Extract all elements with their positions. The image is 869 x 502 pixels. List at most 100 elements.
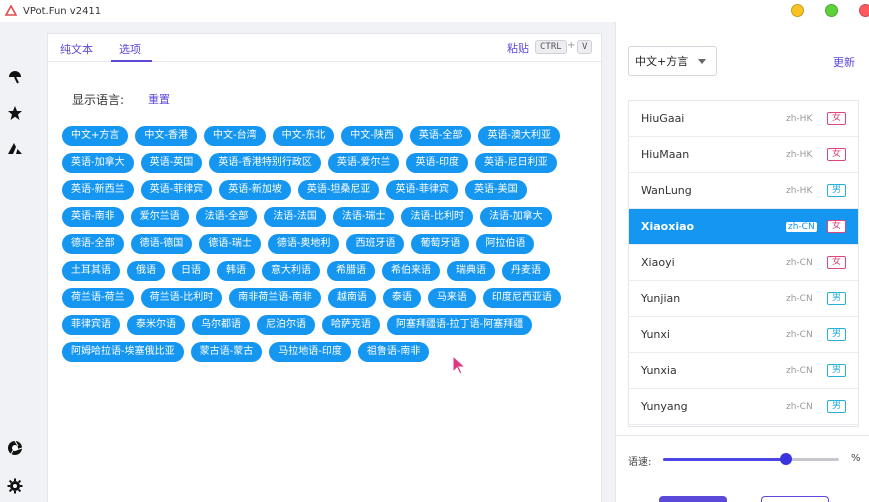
language-chip[interactable]: 法语-瑞士 [332, 207, 395, 227]
language-chip[interactable]: 土耳其语 [62, 261, 120, 281]
language-chip[interactable]: 瑞典语 [447, 261, 495, 281]
language-chip[interactable]: 阿拉伯语 [476, 234, 535, 254]
minimize-button[interactable] [791, 4, 804, 17]
gender-badge: 男 [827, 184, 846, 197]
language-chip[interactable]: 尼泊尔语 [257, 315, 315, 335]
tab-options[interactable]: 选项 [119, 41, 141, 57]
language-chip[interactable]: 法语-比利时 [401, 207, 474, 227]
mouse-cursor-icon [452, 354, 468, 379]
language-chip[interactable]: 德语-全部 [62, 234, 124, 254]
paste-button[interactable]: 粘贴 [507, 40, 529, 56]
app-title: VPot.Fun v2411 [23, 5, 102, 17]
language-chip[interactable]: 法语-加拿大 [480, 207, 552, 227]
language-chip[interactable]: 希伯来语 [382, 261, 440, 281]
speed-slider[interactable] [663, 453, 839, 465]
language-chip[interactable]: 英语-尼日利亚 [475, 153, 557, 173]
language-chip[interactable]: 乌尔都语 [192, 315, 250, 335]
voice-panel: 中文+方言 更新 HiuGaai zh-HK 女 HiuMaan zh-HK 女 WanLu… [615, 22, 869, 502]
speed-slider-thumb[interactable] [780, 453, 793, 465]
language-chip[interactable]: 西班牙语 [346, 234, 405, 254]
language-chip[interactable]: 中文-香港 [135, 126, 197, 146]
language-select[interactable]: 中文+方言 [628, 46, 717, 76]
language-chip[interactable]: 英语-印度 [406, 153, 469, 173]
language-chip[interactable]: 英语-菲律宾 [386, 180, 459, 200]
language-chip[interactable]: 俄语 [127, 261, 165, 281]
language-chip[interactable]: 韩语 [217, 261, 255, 281]
language-chip[interactable]: 英语-坦桑尼亚 [297, 180, 380, 200]
language-chip[interactable]: 英语-南非 [62, 207, 124, 227]
language-chip[interactable]: 德语-瑞士 [199, 234, 261, 254]
language-chip[interactable]: 德语-德国 [130, 234, 193, 254]
language-chip[interactable]: 阿塞拜疆语-拉丁语-阿塞拜疆 [387, 315, 533, 335]
language-chip[interactable]: 英语-澳大利亚 [478, 126, 561, 146]
gender-badge: 男 [827, 400, 846, 413]
title-bar: VPot.Fun v2411 [0, 0, 869, 22]
tab-plain-text[interactable]: 纯文本 [60, 41, 93, 57]
language-chip[interactable]: 马来语 [427, 288, 476, 308]
language-chip[interactable]: 荷兰语-比利时 [140, 288, 223, 308]
language-chip[interactable]: 英语-新加坡 [219, 180, 291, 200]
language-select-value: 中文+方言 [635, 55, 689, 68]
voice-name: Xiaoxiao [641, 220, 695, 233]
reset-button[interactable]: 重置 [148, 91, 170, 107]
language-chip[interactable]: 意大利语 [262, 261, 320, 281]
close-button[interactable] [859, 4, 869, 17]
language-chip[interactable]: 中文-陕西 [341, 126, 403, 146]
gender-badge: 男 [827, 292, 846, 305]
language-chip[interactable]: 印度尼西亚语 [482, 288, 561, 308]
language-chip[interactable]: 阿姆哈拉语-埃塞俄比亚 [62, 342, 184, 362]
primary-action-button[interactable] [659, 496, 727, 502]
language-chip[interactable]: 泰语 [382, 288, 421, 308]
language-chip[interactable]: 蒙古语-蒙古 [190, 342, 263, 362]
language-chip[interactable]: 英语-加拿大 [62, 153, 134, 173]
shutter-icon[interactable] [6, 439, 24, 457]
language-chip-list: 中文+方言 中文-香港 中文-台湾 中文-东北 中文-陕西 英语-全部 英语-澳大利亚 英语-… [62, 126, 592, 369]
language-chip[interactable]: 哈萨克语 [322, 315, 380, 335]
voice-list-item[interactable]: Yunxia zh-CN 男 [629, 353, 858, 389]
language-chip[interactable]: 丹麦语 [502, 261, 550, 281]
shortcut-plus: + [567, 40, 576, 51]
voice-list-item[interactable]: Yunxi zh-CN 男 [629, 317, 858, 353]
secondary-action-button[interactable] [761, 496, 829, 502]
maximize-button[interactable] [825, 4, 838, 17]
language-chip[interactable]: 中文+方言 [62, 126, 129, 146]
language-chip[interactable]: 爱尔兰语 [130, 207, 189, 227]
language-chip[interactable]: 英语-美国 [465, 180, 527, 200]
language-chip[interactable]: 南非荷兰语-南非 [229, 288, 321, 308]
voice-list-item[interactable]: Xiaoxiao zh-CN 女 [629, 209, 858, 245]
language-chip[interactable]: 葡萄牙语 [411, 234, 470, 254]
language-chip[interactable]: 越南语 [327, 288, 376, 308]
language-chip[interactable]: 泰米尔语 [127, 315, 185, 335]
language-chip[interactable]: 日语 [172, 261, 210, 281]
voice-list-item[interactable]: Yunyang zh-CN 男 [629, 389, 858, 425]
voice-list-item[interactable]: WanLung zh-HK 男 [629, 173, 858, 209]
language-chip[interactable]: 德语-奥地利 [267, 234, 340, 254]
gear-icon[interactable] [6, 477, 24, 495]
language-chip[interactable]: 英语-英国 [140, 153, 203, 173]
language-chip[interactable]: 祖鲁语-南非 [357, 342, 430, 362]
language-chip[interactable]: 马拉地语-印度 [269, 342, 351, 362]
language-chip[interactable]: 英语-爱尔兰 [327, 153, 400, 173]
update-button[interactable]: 更新 [833, 54, 855, 70]
voice-list-item[interactable]: HiuMaan zh-HK 女 [629, 137, 858, 173]
pin-icon[interactable] [6, 68, 24, 86]
star-icon[interactable] [6, 104, 24, 122]
language-chip[interactable]: 英语-新西兰 [62, 180, 134, 200]
language-chip[interactable]: 英语-菲律宾 [140, 180, 213, 200]
voice-locale: zh-HK [786, 185, 813, 196]
language-chip[interactable]: 中文-东北 [272, 126, 335, 146]
language-chip[interactable]: 菲律宾语 [62, 315, 120, 335]
language-chip[interactable]: 法语-法国 [264, 207, 326, 227]
language-chip[interactable]: 英语-全部 [409, 126, 472, 146]
language-chip[interactable]: 法语-全部 [195, 207, 258, 227]
voice-name: Yunxia [641, 364, 677, 377]
voice-list-item[interactable]: HiuGaai zh-HK 女 [629, 101, 858, 137]
language-chip[interactable]: 希腊语 [327, 261, 375, 281]
gender-badge: 男 [827, 364, 846, 377]
language-chip[interactable]: 荷兰语-荷兰 [62, 288, 134, 308]
language-chip[interactable]: 英语-香港特别行政区 [209, 153, 321, 173]
language-chip[interactable]: 中文-台湾 [204, 126, 266, 146]
voice-list-item[interactable]: Yunjian zh-CN 男 [629, 281, 858, 317]
sail-icon[interactable] [6, 139, 24, 157]
voice-list-item[interactable]: Xiaoyi zh-CN 女 [629, 245, 858, 281]
